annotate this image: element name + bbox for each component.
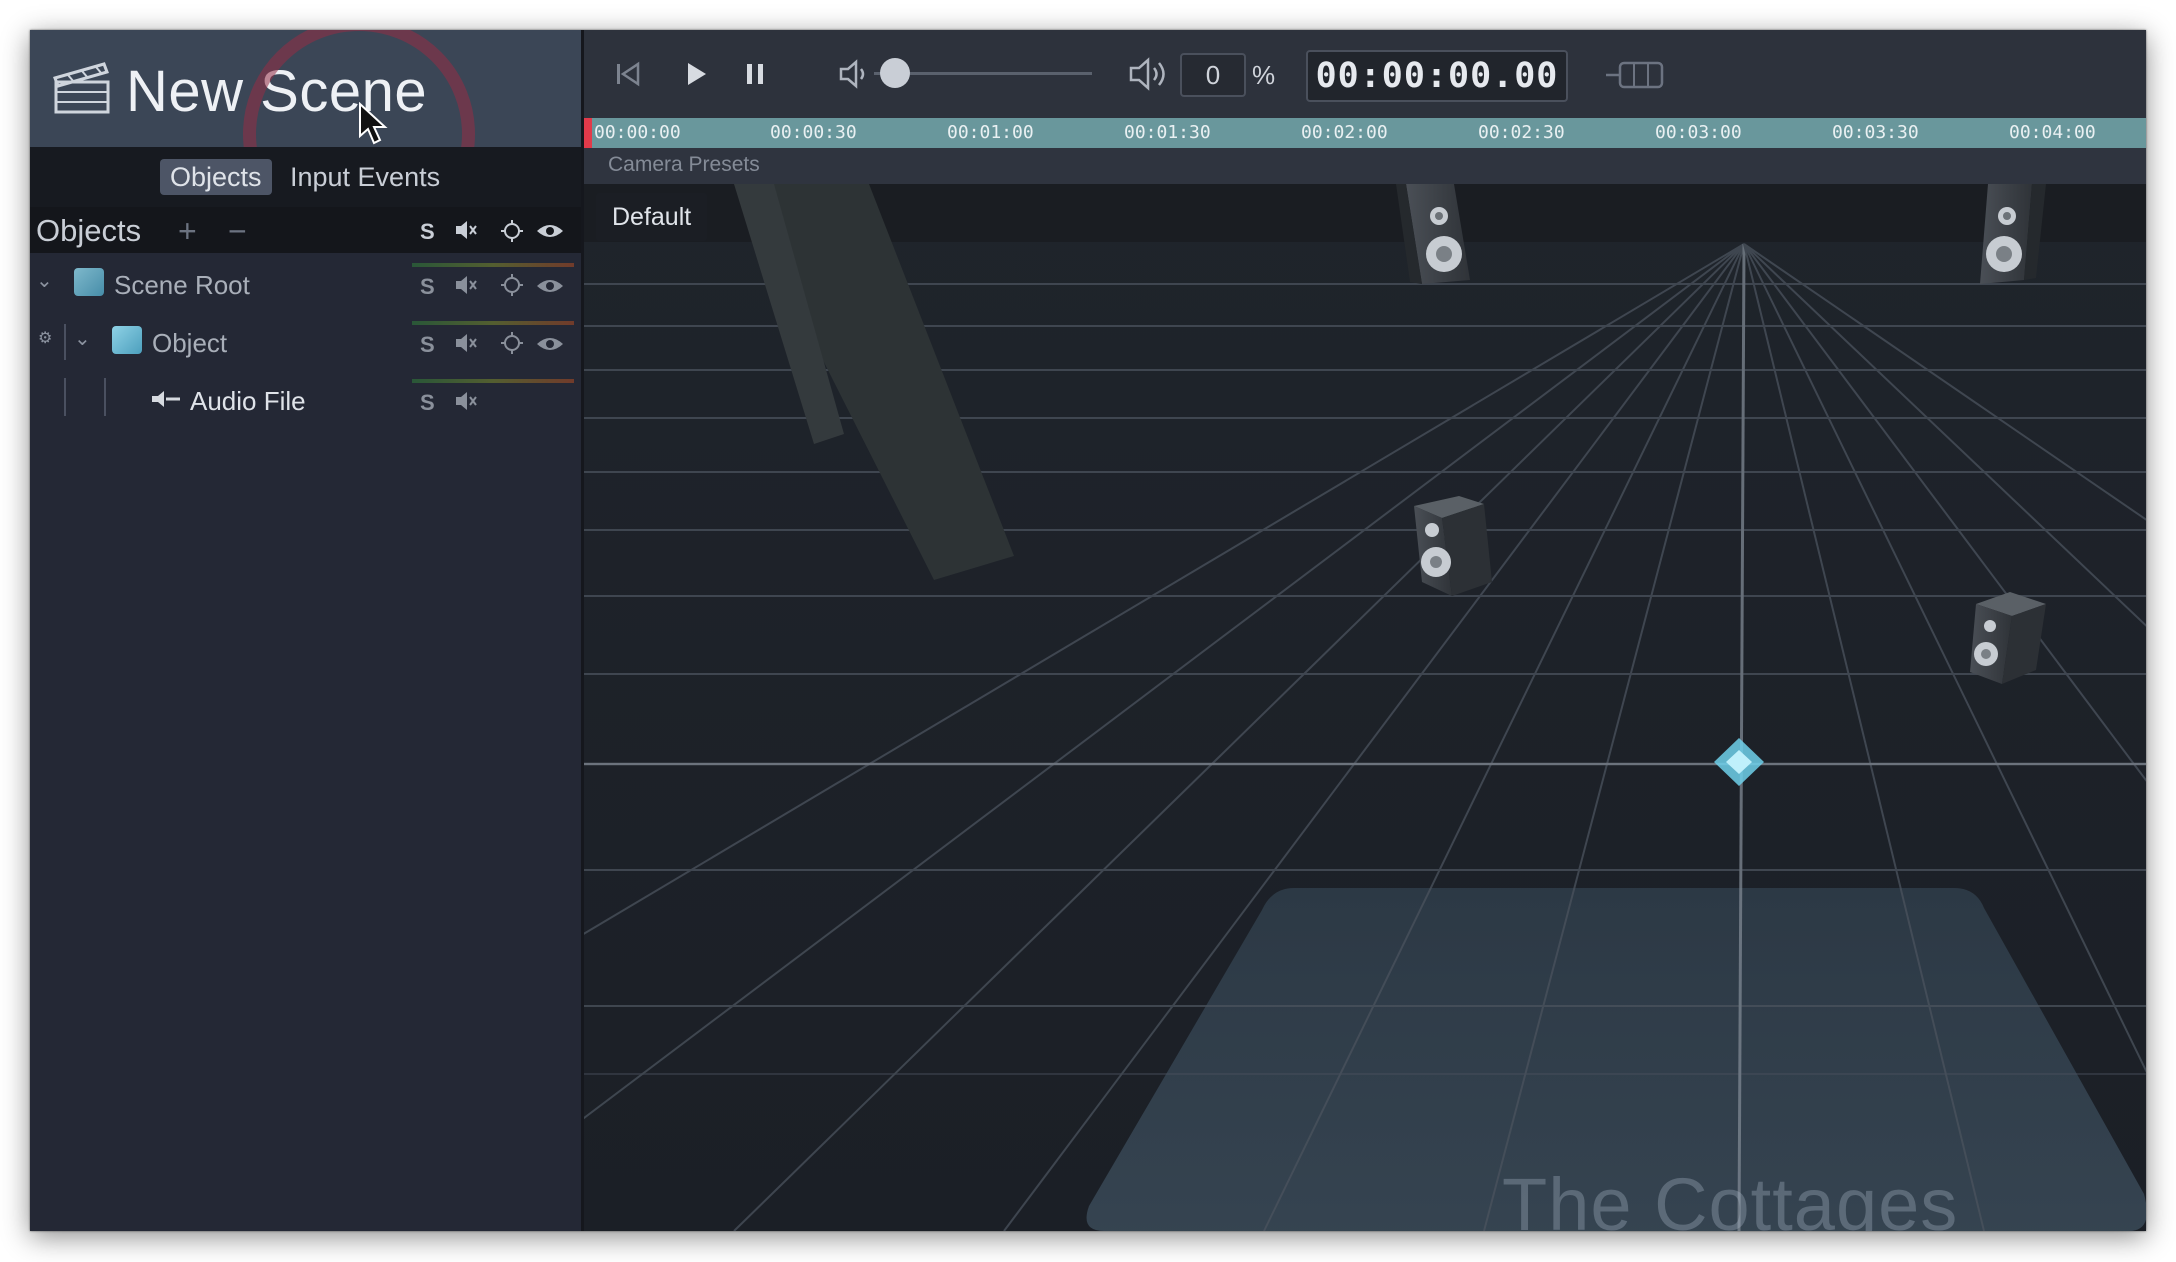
scene-sidebar: New Scene Objects Input Events Objects +…: [30, 30, 584, 1231]
mouse-cursor-icon: [359, 102, 388, 145]
remove-object-button[interactable]: −: [228, 213, 247, 250]
objects-title: Objects: [36, 213, 142, 248]
ruler-tick: 00:02:00: [1301, 122, 1388, 143]
scene-tabs: Objects Input Events: [30, 147, 581, 207]
app-window: New Scene Objects Input Events Objects +…: [30, 30, 2146, 1231]
main-area: 0 % 00:00:00.00 00:00:00 00:00:30 00:01:…: [584, 30, 2146, 1231]
tree-label-audio-file: Audio File: [190, 386, 306, 416]
speaker-icon[interactable]: [1980, 184, 2046, 284]
ruler-tick: 00:01:30: [1124, 122, 1211, 143]
ruler-tick: 00:04:00: [2009, 122, 2096, 143]
transport-bar: 0 % 00:00:00.00: [584, 30, 2146, 118]
venue-label: The Cottages: [1502, 1163, 1959, 1231]
loop-region-icon[interactable]: [1604, 58, 1666, 92]
volume-low-icon[interactable]: [838, 58, 872, 90]
3d-viewport[interactable]: Default The Cottages: [584, 184, 2146, 1231]
timecode-display[interactable]: 00:00:00.00: [1306, 50, 1568, 102]
ruler-tick: 00:01:00: [947, 122, 1034, 143]
playhead[interactable]: [584, 118, 592, 148]
timeline-ruler[interactable]: 00:00:00 00:00:30 00:01:00 00:01:30 00:0…: [584, 118, 2146, 148]
ruler-tick: 00:02:30: [1478, 122, 1565, 143]
eye-column-icon: [537, 225, 563, 237]
scene-header: New Scene: [30, 30, 581, 250]
camera-presets-label: Camera Presets: [608, 153, 760, 176]
volume-high-icon[interactable]: [1128, 56, 1174, 92]
mute-toggle-icon[interactable]: [454, 390, 478, 412]
pause-icon[interactable]: [742, 61, 768, 87]
camera-preset-default-button[interactable]: Default: [596, 193, 708, 241]
mute-toggle-icon[interactable]: [454, 332, 478, 354]
target-toggle-icon[interactable]: [500, 331, 524, 355]
audio-file-icon: [152, 391, 180, 407]
scene-render: [584, 184, 2146, 1231]
tree-guide: [64, 324, 66, 360]
eye-toggle-icon[interactable]: [536, 334, 564, 354]
camera-presets-bar: Camera Presets: [584, 148, 2146, 184]
solo-toggle[interactable]: S: [420, 390, 435, 416]
solo-toggle[interactable]: S: [420, 332, 435, 358]
target-column-icon: [501, 220, 523, 242]
mute-toggle-icon[interactable]: [454, 274, 478, 296]
settings-icon[interactable]: ⚙: [38, 328, 52, 348]
speaker-icon[interactable]: [1414, 496, 1492, 596]
tree-guide: [104, 378, 106, 416]
volume-input[interactable]: 0: [1180, 53, 1246, 97]
clapperboard-icon: [53, 62, 110, 114]
object-icon: [112, 326, 142, 354]
solo-toggle[interactable]: S: [420, 274, 435, 300]
tree-label-object: Object: [152, 328, 228, 358]
speaker-icon[interactable]: [1970, 592, 2046, 684]
volume-unit: %: [1252, 60, 1276, 90]
chevron-down-icon[interactable]: ⌄: [74, 326, 91, 351]
level-meter: [412, 379, 574, 383]
chevron-down-icon[interactable]: ⌄: [36, 268, 53, 293]
tab-objects[interactable]: Objects: [160, 159, 272, 195]
level-meter: [412, 321, 574, 325]
ruler-tick: 00:00:30: [770, 122, 857, 143]
tree-guide: [64, 378, 66, 416]
ruler-tick: 00:03:30: [1832, 122, 1919, 143]
play-icon[interactable]: [682, 60, 710, 88]
skip-to-start-icon[interactable]: [614, 60, 642, 88]
level-meter: [412, 263, 574, 267]
eye-toggle-icon[interactable]: [536, 276, 564, 296]
objects-header: Objects + − S: [30, 207, 581, 253]
ruler-tick: 00:00:00: [594, 122, 681, 143]
tree-label-scene-root: Scene Root: [114, 270, 250, 300]
scene-root-icon: [74, 268, 104, 296]
target-toggle-icon[interactable]: [500, 273, 524, 297]
volume-slider-handle[interactable]: [880, 58, 910, 88]
mute-column-icon: [456, 221, 477, 239]
solo-column-icon: S: [420, 219, 435, 244]
ruler-tick: 00:03:00: [1655, 122, 1742, 143]
tab-input-events[interactable]: Input Events: [280, 159, 450, 195]
add-object-button[interactable]: +: [178, 213, 197, 250]
